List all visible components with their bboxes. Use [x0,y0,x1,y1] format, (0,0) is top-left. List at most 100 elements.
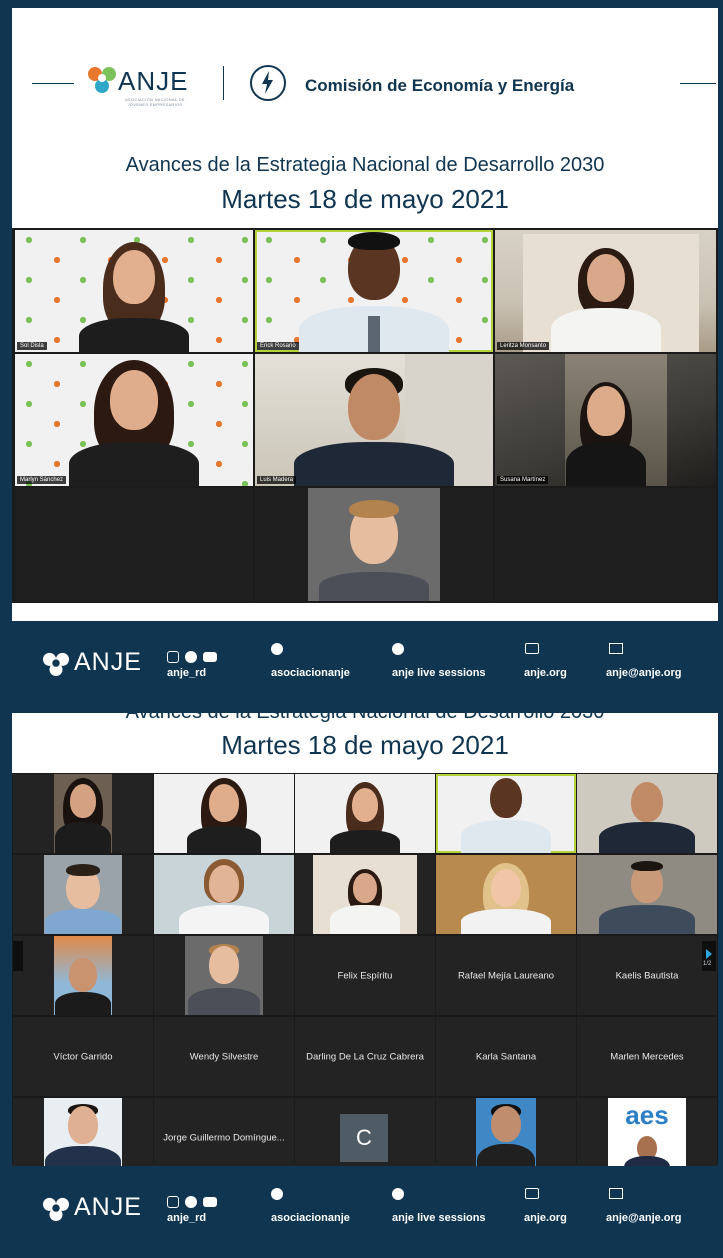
divider-right [680,83,716,84]
participant-name: Marlyn Sánchez [17,476,67,484]
participant-name: Darling De La Cruz Cabrera [306,1051,424,1062]
video-tile[interactable] [295,855,435,934]
facebook-handle[interactable]: asociacionanje [271,667,350,679]
video-tile[interactable] [255,488,493,601]
spotify-icon[interactable] [392,643,404,658]
participant-tile-name-only[interactable]: Rafael Mejía Laureano [436,936,576,1015]
instagram-icon[interactable] [167,650,179,663]
email-link[interactable]: anje@anje.org [606,1212,682,1224]
event-banner-cropped: Avances de la Estrategia Nacional de Des… [12,713,718,773]
participant-tile-name-only[interactable]: Víctor Garrido [13,1017,153,1096]
twitter-icon[interactable] [185,650,197,663]
video-tile[interactable] [436,855,576,934]
twitter-icon[interactable] [185,1195,197,1208]
participant-name: Wendy Silvestre [189,1051,259,1062]
youtube-icon[interactable] [203,651,217,662]
participant-name: Karla Santana [475,1051,537,1062]
svg-text:aes: aes [625,1100,668,1130]
youtube-icon[interactable] [203,1196,217,1207]
participant-tile-name-only[interactable]: Felix Espíritu [295,936,435,1015]
banner-bottom-strip [12,603,718,621]
event-banner: ANJE ASOCIACIÓN NACIONAL DE JÓVENES EMPR… [12,8,718,228]
page-indicator: 1/2 [703,961,712,967]
website-link[interactable]: anje.org [524,1212,567,1224]
participant-name: Marlen Mercedes [610,1051,684,1062]
participant-tile-name-only[interactable]: Darling De La Cruz Cabrera [295,1017,435,1096]
participant-initial-avatar: C [340,1114,388,1162]
zoom-screenshot-collage: ANJE ASOCIACIÓN NACIONAL DE JÓVENES EMPR… [0,0,723,1258]
video-grid-speaker: Sol Disla Erick Rosario Leritza Monsanto… [12,228,718,603]
commission-title: Comisión de Economía y Energía [305,76,575,95]
facebook-handle[interactable]: asociacionanje [271,1212,350,1224]
participant-tile-name-only[interactable]: Wendy Silvestre [154,1017,294,1096]
video-tile[interactable]: Leritza Monsanto [495,230,716,352]
participant-name: Felix Espíritu [337,970,393,981]
video-tile[interactable] [154,936,294,1015]
participant-name: Kaelis Bautista [615,970,679,981]
energy-bolt-icon [250,65,286,101]
social-icons [167,1194,217,1208]
video-tile[interactable] [13,774,153,853]
spotify-label[interactable]: anje live sessions [392,667,486,679]
social-footer: ANJE anje_rd asociacionanje anje live se… [12,621,718,713]
website-link[interactable]: anje.org [524,667,567,679]
video-tile-active-speaker[interactable]: Erick Rosario [255,230,493,352]
anje-subtitle: ASOCIACIÓN NACIONAL DE JÓVENES EMPRESARI… [125,97,185,107]
video-tile[interactable] [577,774,717,853]
video-tile[interactable] [295,774,435,853]
anje-wordmark: ANJE [74,648,142,676]
social-footer: ANJE anje_rd asociacionanje anje live se… [12,1166,718,1258]
aes-logo-icon: aes [625,1100,668,1130]
video-tile[interactable] [13,936,153,1015]
divider-left [32,83,74,84]
participant-name: Luis Madera [257,476,297,484]
instagram-icon[interactable] [167,1195,179,1208]
anje-logo-icon [43,652,69,677]
participant-tile-name-only[interactable]: Marlen Mercedes [577,1017,717,1096]
video-tile[interactable]: Luis Madera [255,354,493,486]
video-tile[interactable] [154,855,294,934]
social-icons [167,649,217,663]
video-tile[interactable]: Sol Disla [15,230,253,352]
event-headline: Avances de la Estrategia Nacional de Des… [12,713,718,724]
facebook-icon[interactable] [271,643,283,658]
event-date: Martes 18 de mayo 2021 [221,730,509,760]
email-link[interactable]: anje@anje.org [606,667,682,679]
website-icon[interactable] [525,643,539,657]
instagram-handle[interactable]: anje_rd [167,1212,206,1224]
facebook-icon[interactable] [271,1188,283,1203]
anje-wordmark: ANJE [118,66,189,96]
video-tile-active-speaker[interactable] [436,774,576,853]
video-tile[interactable] [154,774,294,853]
participant-name: Sol Disla [17,342,47,350]
participant-tile-name-only[interactable]: Kaelis Bautista [577,936,717,1015]
participant-name: Erick Rosario [257,342,299,350]
spotify-icon[interactable] [392,1188,404,1203]
video-tile[interactable] [13,855,153,934]
email-icon[interactable] [609,643,623,657]
video-tile[interactable]: Marlyn Sánchez [15,354,253,486]
prev-page-arrow[interactable] [13,941,23,971]
empty-tile [15,488,253,601]
video-grid-gallery: Felix Espíritu Rafael Mejía Laureano Kae… [12,773,718,1177]
empty-tile [495,488,716,601]
anje-wordmark: ANJE [74,1193,142,1221]
website-icon[interactable] [525,1188,539,1202]
participant-tile-name-only[interactable]: Karla Santana [436,1017,576,1096]
spotify-label[interactable]: anje live sessions [392,1212,486,1224]
participant-name: Jorge Guillermo Domíngue... [163,1132,285,1143]
event-date: Martes 18 de mayo 2021 [221,184,509,214]
participant-name: Rafael Mejía Laureano [457,970,555,981]
instagram-handle[interactable]: anje_rd [167,667,206,679]
next-page-arrow[interactable]: 1/2 [702,941,716,971]
participant-name: Leritza Monsanto [497,342,550,350]
participant-name: Víctor Garrido [53,1051,113,1062]
participant-name: Susana Martínez [497,476,549,484]
logo-separator [223,66,224,100]
event-headline: Avances de la Estrategia Nacional de Des… [125,154,605,176]
anje-logo-icon [43,1197,69,1222]
anje-logo-icon [88,67,116,93]
video-tile[interactable] [577,855,717,934]
email-icon[interactable] [609,1188,623,1202]
video-tile[interactable]: Susana Martínez [495,354,716,486]
